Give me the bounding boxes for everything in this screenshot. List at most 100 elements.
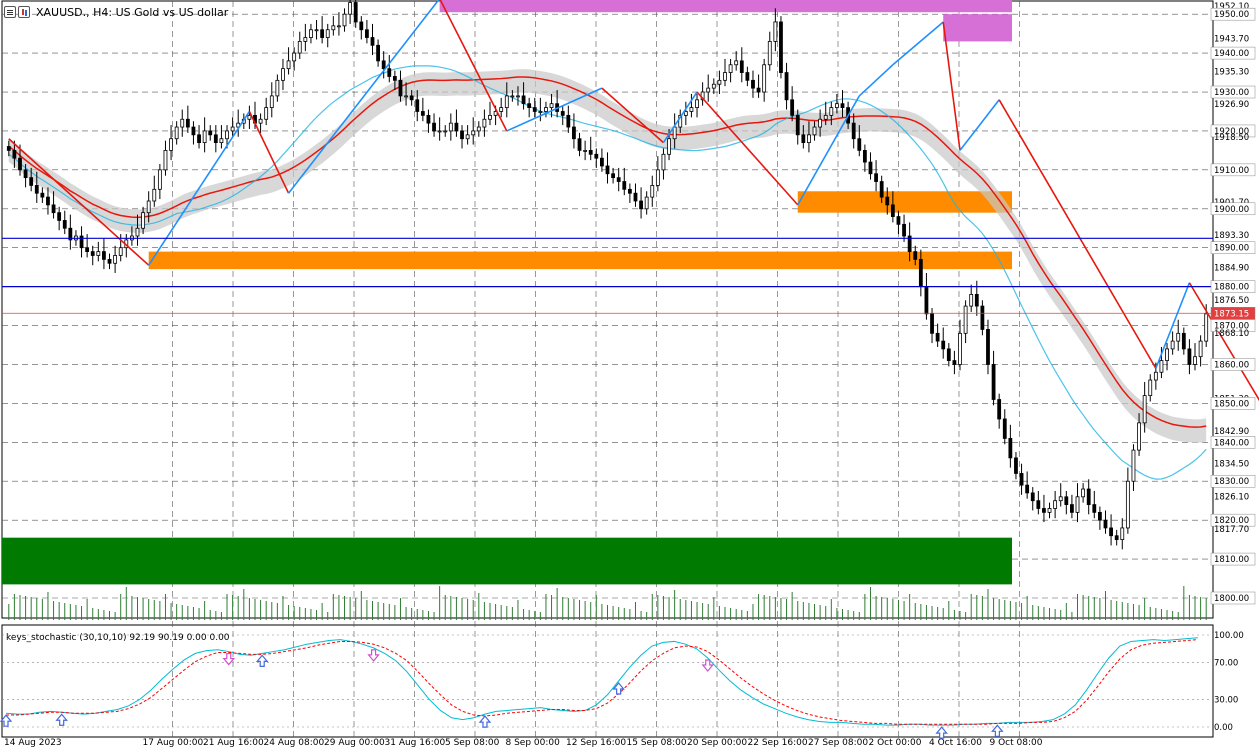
candle-body — [896, 216, 901, 225]
candle-body — [583, 149, 588, 152]
candle-body — [946, 348, 951, 361]
candle-body — [6, 146, 11, 151]
up-arrow-icon — [255, 654, 269, 667]
candle-body — [381, 60, 386, 70]
moving-averages — [8, 65, 1207, 480]
price-label: 1890.00 — [1214, 244, 1249, 254]
candle-body — [918, 258, 923, 288]
candle-body — [169, 138, 173, 151]
ma-blue-line — [8, 65, 1207, 480]
candle-body — [331, 25, 336, 31]
candle-body — [1053, 500, 1058, 509]
candle-body — [549, 103, 554, 108]
zigzag-segment — [439, 0, 508, 132]
candle-body — [1204, 313, 1209, 342]
candle-body — [622, 181, 627, 190]
price-label: 1884.90 — [1214, 264, 1249, 274]
candle-body — [1008, 438, 1013, 459]
candle-body — [644, 196, 649, 210]
candle-body — [1193, 356, 1197, 365]
candle-body — [482, 118, 487, 128]
candle-body — [118, 247, 123, 256]
candle-body — [779, 21, 783, 73]
candle-body — [723, 72, 727, 81]
chart-window[interactable]: XAUUSD., H4: US Gold vs US dollar 1952.1… — [0, 0, 1259, 751]
candlestick-icon[interactable] — [18, 6, 30, 18]
candle-body — [1014, 457, 1018, 474]
candle-body — [784, 72, 789, 101]
candle-body — [448, 122, 453, 132]
candle-body — [460, 130, 464, 140]
candle-body — [353, 2, 358, 23]
time-label: 14 Aug 2023 — [4, 738, 62, 748]
candle-body — [1131, 449, 1136, 482]
candle-body — [146, 200, 151, 214]
price-label: 1918.50 — [1214, 133, 1249, 143]
candle-body — [1058, 496, 1063, 502]
candle-body — [734, 60, 739, 66]
candle-body — [432, 122, 436, 132]
candle-body — [504, 95, 509, 108]
candle-body — [1042, 508, 1046, 513]
candle-body — [935, 332, 940, 342]
price-label: 1926.90 — [1214, 100, 1249, 110]
candle-body — [974, 294, 979, 307]
candle-body — [275, 79, 280, 97]
candle-body — [683, 111, 688, 116]
candle-body — [96, 251, 101, 256]
chart-header: XAUUSD., H4: US Gold vs US dollar — [4, 4, 228, 20]
candle-body — [1181, 332, 1186, 350]
time-label: 31 Aug 16:00 — [385, 738, 446, 748]
candle-body — [107, 258, 112, 264]
candle-body — [488, 114, 492, 120]
candle-body — [829, 107, 834, 116]
candle-body — [611, 173, 615, 179]
time-label: 29 Aug 00:00 — [324, 738, 385, 748]
candle-body — [213, 134, 218, 144]
down-arrow-icon — [367, 649, 380, 662]
candle-body — [102, 251, 106, 260]
candle-body — [46, 196, 50, 206]
price-chart[interactable]: 1952.101950.001943.701940.001935.301930.… — [0, 0, 1259, 751]
candle-body — [650, 185, 655, 198]
candle-body — [566, 114, 571, 128]
candle-body — [163, 149, 168, 171]
price-label: 1943.70 — [1214, 35, 1249, 45]
candle-body — [661, 153, 666, 171]
candle-body — [342, 13, 347, 27]
candle-body — [113, 255, 118, 264]
candle-body — [225, 130, 229, 140]
candle-body — [930, 313, 934, 334]
candle-body — [23, 169, 28, 179]
up-arrow-icon — [55, 713, 68, 726]
candle-body — [1086, 488, 1091, 505]
candle-body — [202, 130, 207, 144]
zigzag-segment — [959, 99, 1000, 151]
candle-body — [790, 99, 795, 116]
time-label: 8 Sep 00:00 — [506, 738, 561, 748]
candle-body — [29, 177, 34, 186]
candle-body — [751, 79, 755, 89]
candle-body — [572, 126, 576, 140]
time-label: 15 Sep 08:00 — [627, 738, 687, 748]
candle-body — [325, 29, 330, 38]
candle-body — [538, 111, 543, 113]
candle-body — [269, 95, 274, 108]
time-label: 2 Oct 00:00 — [869, 738, 922, 748]
zigzag-lines — [8, 0, 1259, 402]
candle-body — [1092, 504, 1097, 513]
candle-body — [376, 44, 380, 62]
candle-body — [1025, 484, 1030, 494]
chart-menu-icon[interactable] — [4, 6, 16, 18]
candle-body — [404, 95, 408, 98]
candle-body — [499, 107, 504, 112]
candle-body — [359, 21, 364, 31]
time-label: 24 Aug 08:00 — [264, 738, 325, 748]
candle-body — [879, 181, 884, 198]
price-label: 1850.00 — [1214, 399, 1249, 409]
price-label: 1810.00 — [1214, 555, 1249, 565]
time-label: 5 Sep 08:00 — [445, 738, 500, 748]
candle-body — [1176, 332, 1181, 342]
candle-body — [941, 340, 946, 350]
down-arrow-icon — [222, 652, 236, 666]
